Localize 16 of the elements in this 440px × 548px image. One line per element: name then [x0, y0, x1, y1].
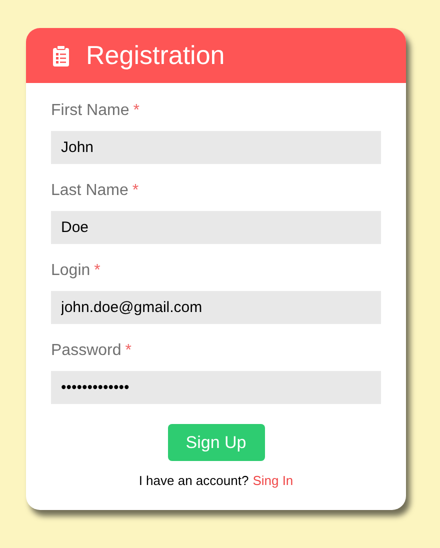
card-title: Registration [86, 39, 225, 72]
footer-text: I have an account? [138, 472, 249, 490]
text-field[interactable]: john.doe@gmail.com [51, 291, 381, 324]
required-mark: * [125, 341, 132, 361]
sign-in-link[interactable]: Sing In [252, 471, 294, 490]
field-label: Last Name [51, 181, 128, 201]
field-label: Login [51, 261, 90, 281]
text-field[interactable]: ••••••••••••• [51, 371, 381, 404]
required-mark: * [94, 261, 100, 281]
text-field[interactable]: Doe [51, 211, 381, 244]
required-mark: * [132, 181, 139, 201]
field-label: First Name [51, 101, 130, 121]
text-field[interactable]: John [51, 131, 381, 164]
clipboard-icon [52, 44, 70, 66]
required-mark: * [133, 101, 140, 121]
field-label: Password [51, 341, 122, 361]
